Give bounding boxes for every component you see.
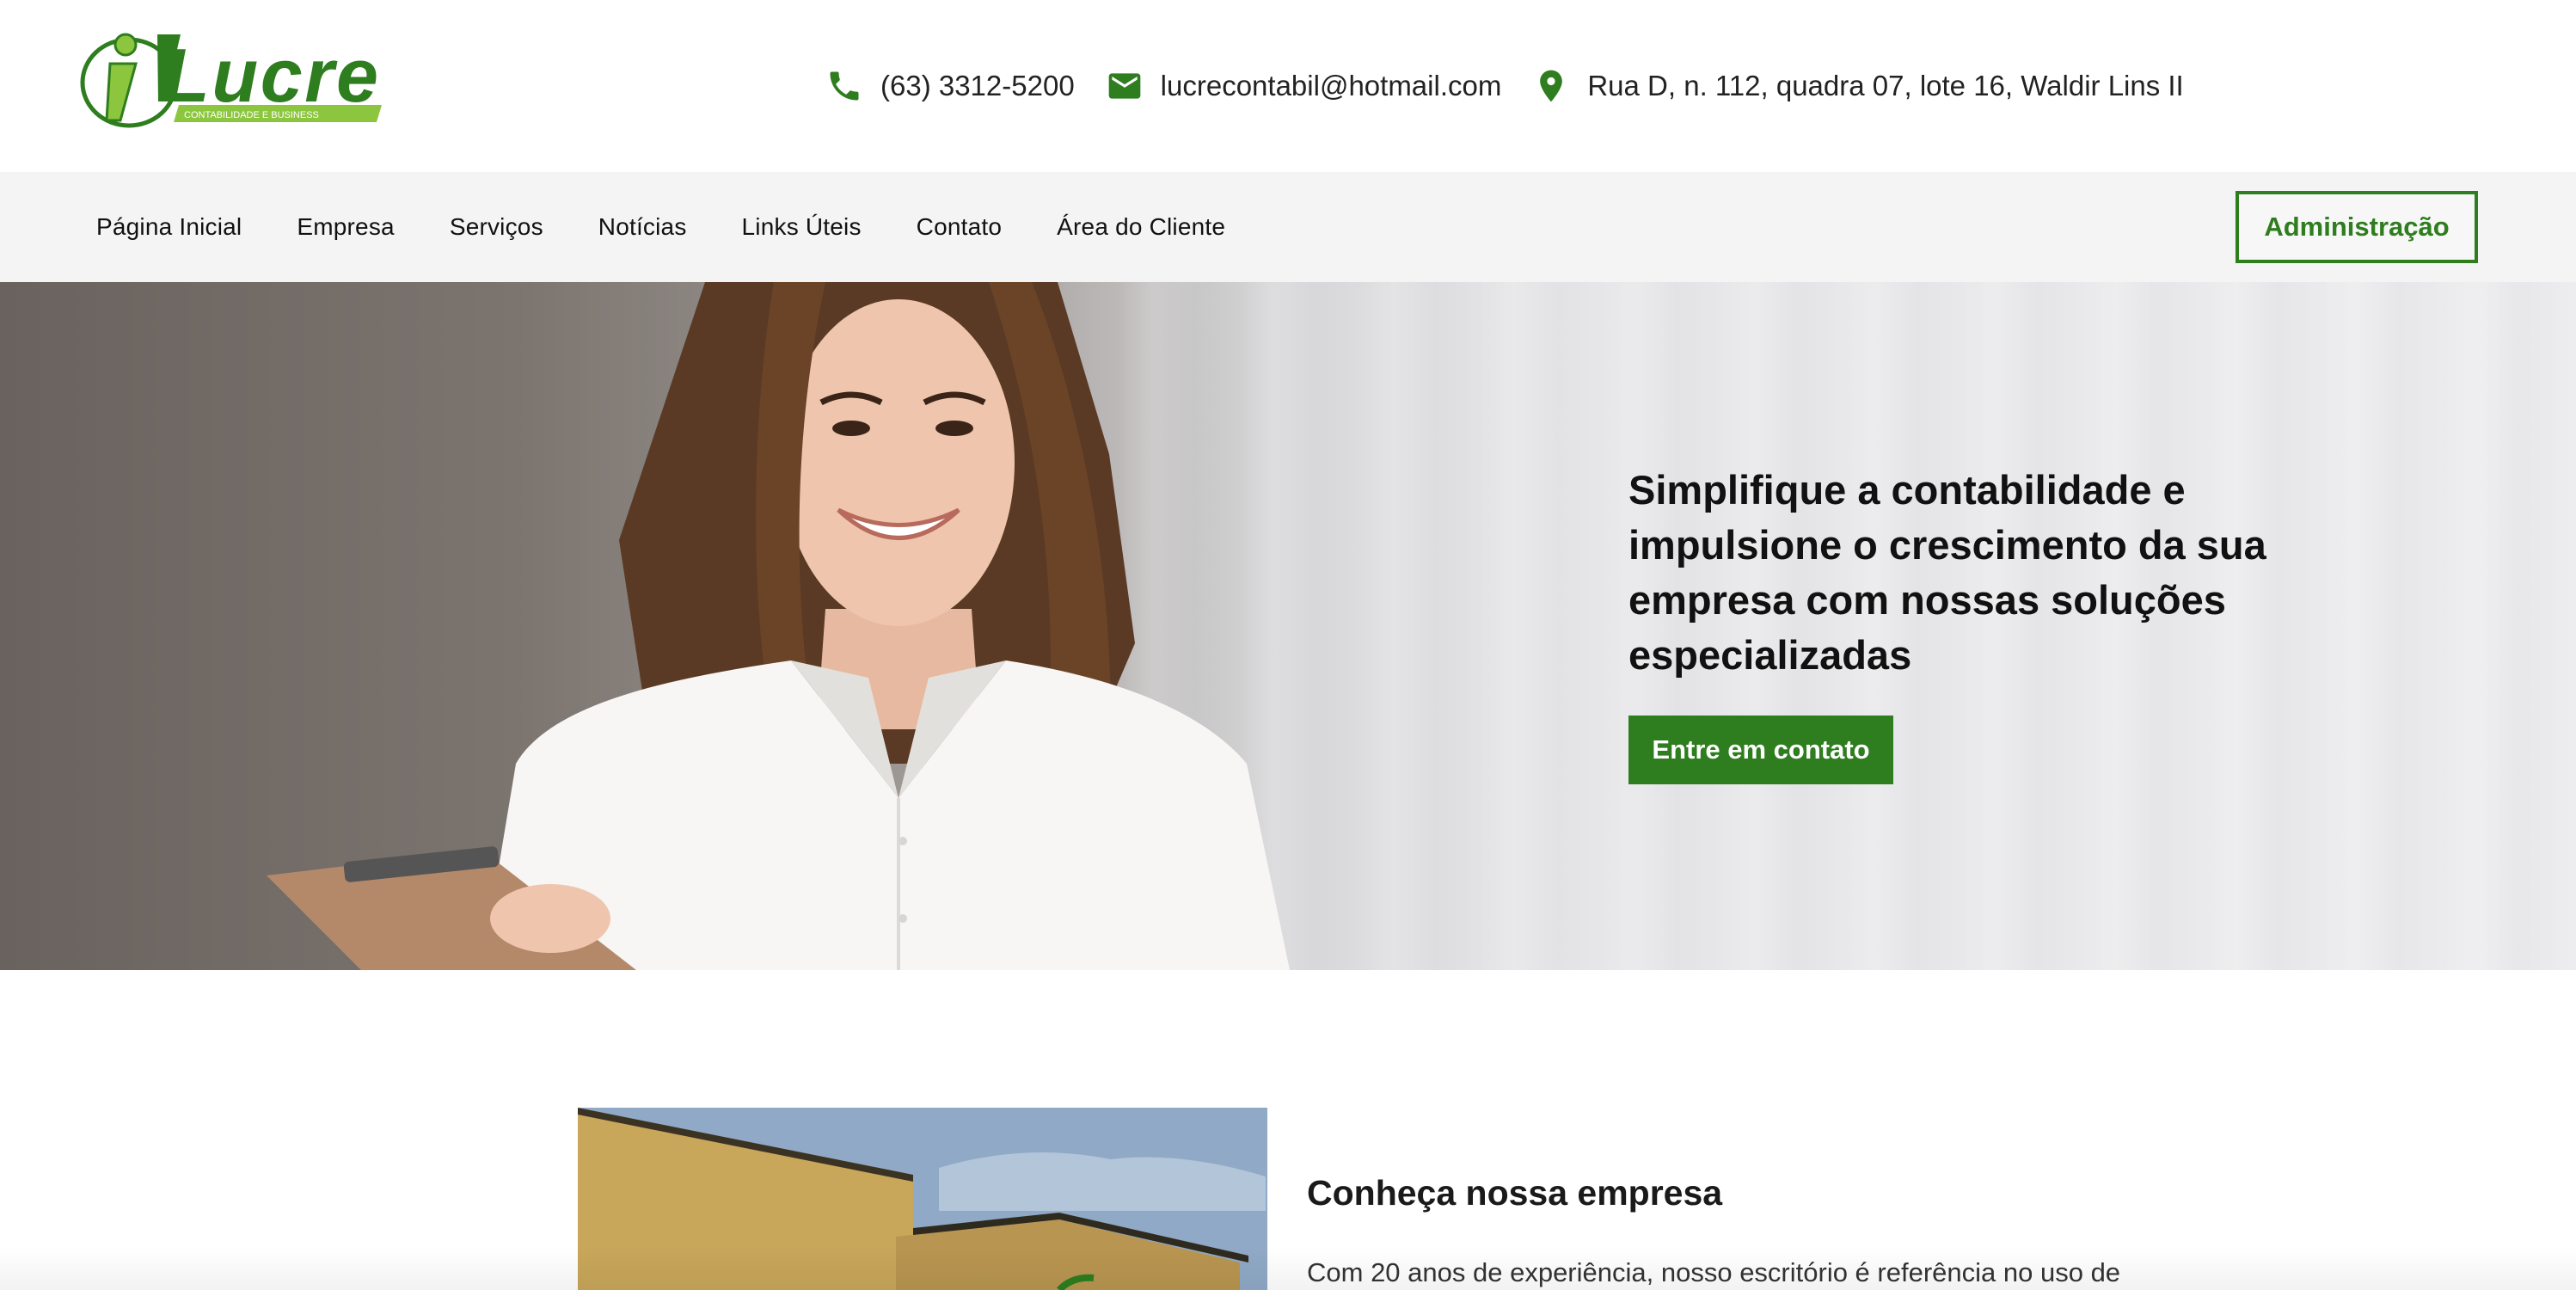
mail-icon: [1108, 73, 1141, 99]
page-bottom-shadow: [0, 1247, 2576, 1290]
contact-phone[interactable]: (63) 3312-5200: [825, 67, 1075, 105]
nav-item-contato[interactable]: Contato: [889, 213, 1029, 241]
nav-item-empresa[interactable]: Empresa: [269, 213, 421, 241]
top-header: Lucre CONTABILIDADE E BUSINESS (63) 3312…: [0, 0, 2576, 172]
phone-text: (63) 3312-5200: [880, 70, 1075, 101]
hero-banner: Simplifique a contabilidade e impulsione…: [0, 282, 2576, 970]
company-building-photo: [578, 1108, 1267, 1290]
lucre-logo[interactable]: Lucre CONTABILIDADE E BUSINESS: [76, 29, 382, 131]
nav-item-pagina-inicial[interactable]: Página Inicial: [69, 213, 269, 241]
nav-item-servicos[interactable]: Serviços: [422, 213, 571, 241]
location-pin-icon: [1540, 70, 1563, 102]
nav-item-links-uteis[interactable]: Links Úteis: [715, 213, 889, 241]
admin-button[interactable]: Administração: [2236, 191, 2478, 263]
hero-title: Simplifique a contabilidade e impulsione…: [1628, 467, 2266, 678]
hero-text-block: Simplifique a contabilidade e impulsione…: [1628, 463, 2334, 784]
contact-strip: (63) 3312-5200 lucrecontabil@hotmail.com…: [825, 60, 2215, 112]
main-nav: Página Inicial Empresa Serviços Notícias…: [0, 172, 2576, 282]
nav-item-area-do-cliente[interactable]: Área do Cliente: [1029, 213, 1253, 241]
phone-icon: [830, 71, 859, 101]
hero-woman-photo: [267, 282, 1290, 970]
about-text: Com 20 anos de experiência, nosso escrit…: [1307, 1257, 2121, 1287]
contact-email[interactable]: lucrecontabil@hotmail.com: [1106, 67, 1502, 105]
nav-item-noticias[interactable]: Notícias: [571, 213, 715, 241]
about-title: Conheça nossa empresa: [1307, 1173, 1723, 1213]
email-text: lucrecontabil@hotmail.com: [1160, 70, 1502, 101]
logo-tagline: CONTABILIDADE E BUSINESS: [184, 110, 319, 120]
contact-address[interactable]: Rua D, n. 112, quadra 07, lote 16, Waldi…: [1532, 67, 2184, 105]
contact-cta-button[interactable]: Entre em contato: [1628, 716, 1893, 784]
nav-items: Página Inicial Empresa Serviços Notícias…: [69, 172, 1253, 282]
address-text: Rua D, n. 112, quadra 07, lote 16, Waldi…: [1587, 70, 2184, 101]
